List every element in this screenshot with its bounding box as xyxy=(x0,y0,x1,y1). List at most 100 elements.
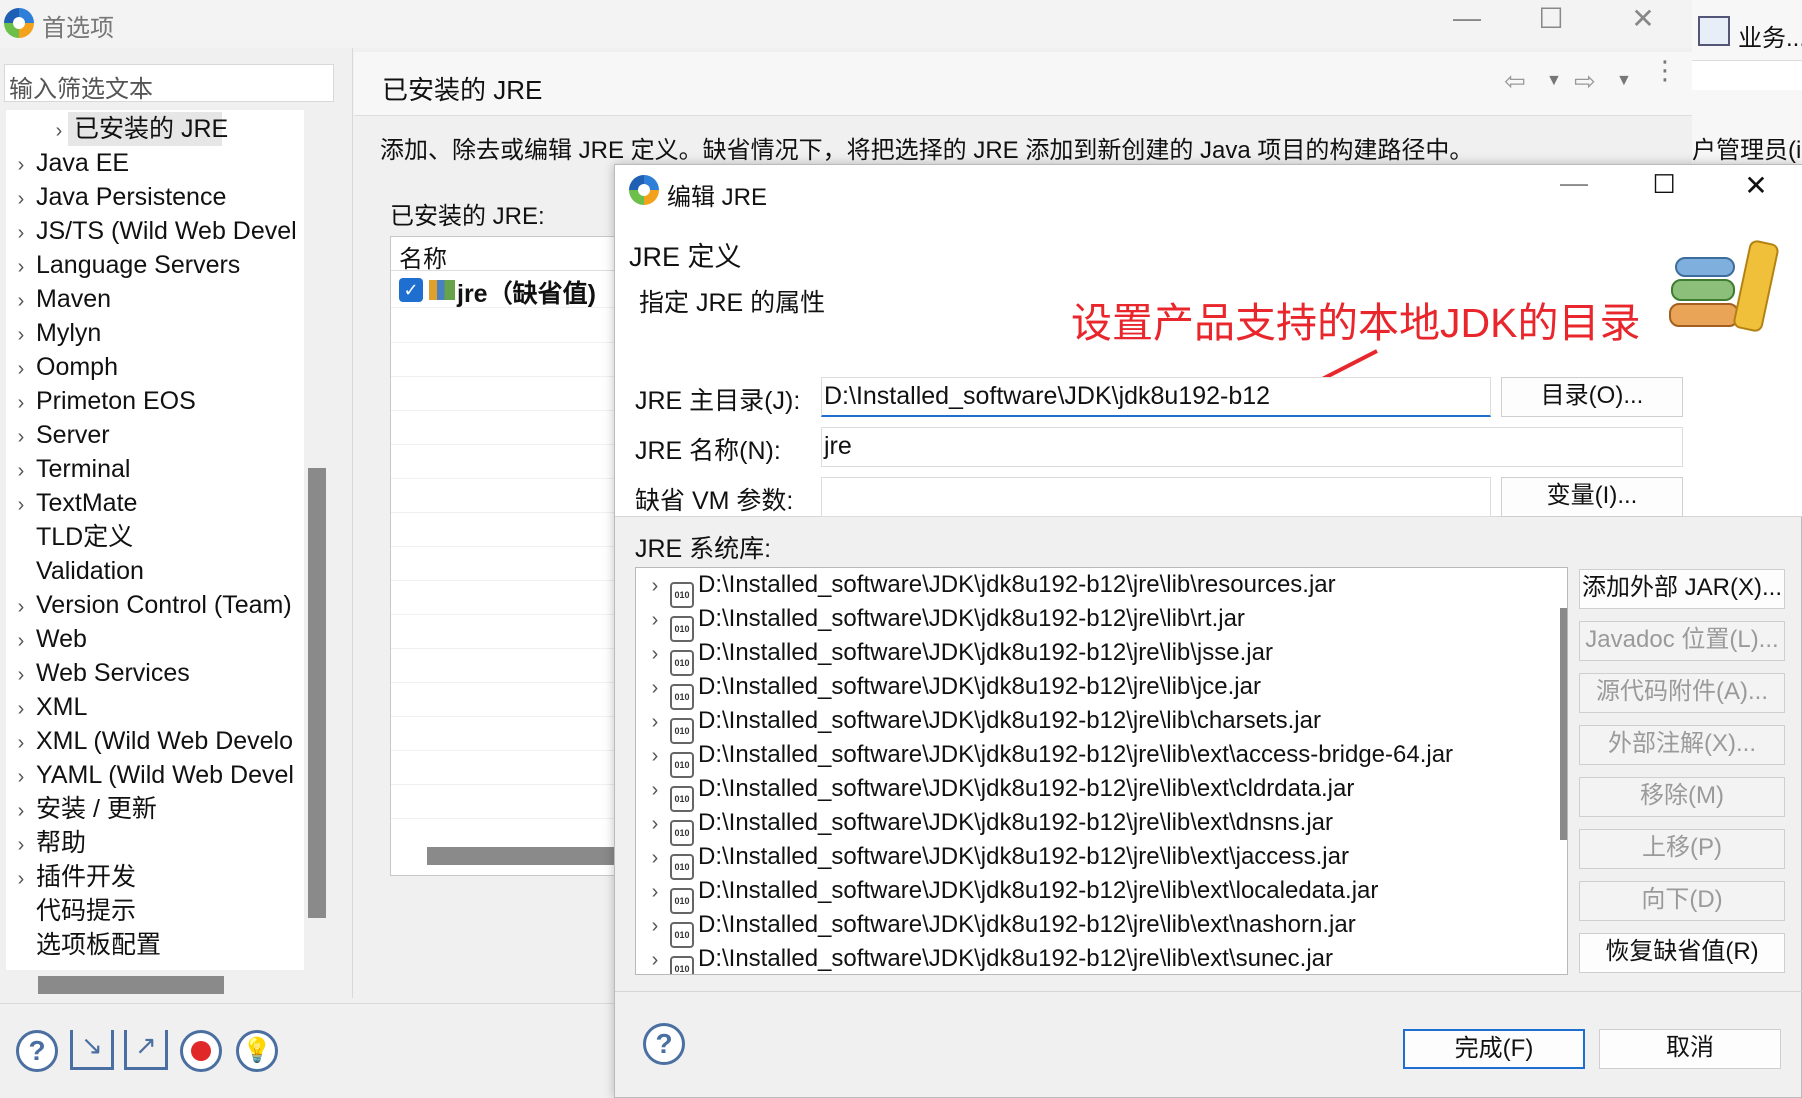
tree-item[interactable]: › Web xyxy=(6,622,87,656)
restore-default-button[interactable]: 恢复缺省值(R) xyxy=(1579,933,1785,973)
tree-item[interactable]: › TextMate xyxy=(6,486,138,520)
javadoc-location-button[interactable]: Javadoc 位置(L)... xyxy=(1579,621,1785,661)
jar-icon: 010 xyxy=(670,956,694,974)
list-item[interactable]: › 010 D:\Installed_software\JDK\jdk8u192-b… xyxy=(636,942,1333,974)
tree-item[interactable]: › Oomph xyxy=(6,350,118,384)
chevron-down-icon[interactable]: ▼ xyxy=(1546,72,1562,90)
help-icon[interactable]: ? xyxy=(643,1023,685,1065)
back-arrow-icon[interactable]: ⇦ xyxy=(1504,66,1526,97)
table-horizontal-scrollbar[interactable] xyxy=(427,847,619,865)
chevron-right-icon: › xyxy=(17,630,25,652)
list-item[interactable]: › 010 D:\Installed_software\JDK\jdk8u192-b… xyxy=(636,602,1245,642)
directory-button[interactable]: 目录(O)... xyxy=(1501,377,1683,417)
move-up-button[interactable]: 上移(P) xyxy=(1579,829,1785,869)
lightbulb-icon[interactable]: 💡 xyxy=(236,1030,278,1072)
finish-button[interactable]: 完成(F) xyxy=(1403,1029,1585,1069)
server-icon xyxy=(1698,16,1730,46)
tree-item[interactable]: › 插件开发 xyxy=(6,860,136,894)
tree-item[interactable]: TLD定义 xyxy=(6,520,133,554)
maximize-icon[interactable]: ☐ xyxy=(1526,2,1576,35)
checkbox-checked[interactable]: ✓ xyxy=(399,278,423,302)
filter-input[interactable]: 输入筛选文本 xyxy=(4,64,334,103)
page-title: 已安装的 JRE xyxy=(382,75,543,105)
tree-item[interactable]: › 帮助 xyxy=(6,826,86,860)
list-item[interactable]: › 010 D:\Installed_software\JDK\jdk8u192-b… xyxy=(636,840,1349,880)
cancel-button[interactable]: 取消 xyxy=(1599,1029,1781,1069)
tree-item[interactable]: › Java Persistence xyxy=(6,180,227,214)
tree-item[interactable]: › Maven xyxy=(6,282,111,316)
external-annotations-button[interactable]: 外部注解(X)... xyxy=(1579,725,1785,765)
tree-item[interactable]: › 安装 / 更新 xyxy=(6,792,157,826)
tree-item[interactable]: 选项板配置 xyxy=(6,928,161,962)
tree-item[interactable]: › Terminal xyxy=(6,452,131,486)
window-title: 首选项 xyxy=(42,15,114,42)
import-icon[interactable]: ↘ xyxy=(70,1030,114,1070)
chevron-right-icon: › xyxy=(651,847,659,869)
table-row xyxy=(391,547,619,581)
chevron-right-icon: › xyxy=(17,188,25,210)
list-item[interactable]: › 010 D:\Installed_software\JDK\jdk8u192-b… xyxy=(636,806,1333,846)
tree-vertical-scrollbar[interactable] xyxy=(308,468,326,918)
tree-item[interactable]: › Web Services xyxy=(6,656,190,690)
default-vm-args-input[interactable] xyxy=(821,477,1491,517)
minimize-icon[interactable]: — xyxy=(1549,167,1599,199)
tree-item[interactable]: › Mylyn xyxy=(6,316,102,350)
list-item[interactable]: › 010 D:\Installed_software\JDK\jdk8u192-b… xyxy=(636,704,1321,744)
list-item[interactable]: › 010 D:\Installed_software\JDK\jdk8u192-b… xyxy=(636,908,1356,948)
chevron-right-icon: › xyxy=(651,949,659,971)
list-item[interactable]: › 010 D:\Installed_software\JDK\jdk8u192-b… xyxy=(636,568,1336,608)
tree-item[interactable]: › XML (Wild Web Develo xyxy=(6,724,293,758)
help-icon[interactable]: ? xyxy=(16,1030,58,1072)
tree-item[interactable]: › Version Control (Team) xyxy=(6,588,292,622)
installed-jre-label: 已安装的 JRE: xyxy=(390,203,545,230)
source-attachment-button[interactable]: 源代码附件(A)... xyxy=(1579,673,1785,713)
divider xyxy=(615,991,1802,992)
page-header xyxy=(354,52,1692,116)
tree-item[interactable]: Validation xyxy=(6,554,144,588)
close-icon[interactable]: ✕ xyxy=(1618,2,1668,35)
chevron-right-icon: › xyxy=(651,915,659,937)
table-row xyxy=(391,785,619,819)
list-item[interactable]: › 010 D:\Installed_software\JDK\jdk8u192-b… xyxy=(636,670,1261,710)
table-row xyxy=(391,309,619,343)
tree-item[interactable]: › YAML (Wild Web Devel xyxy=(6,758,294,792)
chevron-right-icon: › xyxy=(17,732,25,754)
tree-item-installed-jre[interactable]: › 已安装的 JRE xyxy=(44,112,229,146)
tree-item[interactable]: › XML xyxy=(6,690,88,724)
jre-library-banner-icon xyxy=(1665,237,1785,347)
tree-item[interactable]: › Primeton EOS xyxy=(6,384,196,418)
list-item[interactable]: › 010 D:\Installed_software\JDK\jdk8u192-b… xyxy=(636,874,1378,914)
add-external-jar-button[interactable]: 添加外部 JAR(X)... xyxy=(1579,569,1785,609)
record-icon[interactable] xyxy=(180,1030,222,1072)
jre-home-input[interactable]: D:\Installed_software\JDK\jdk8u192-b12 xyxy=(821,377,1491,417)
page-description: 添加、除去或编辑 JRE 定义。缺省情况下，将把选择的 JRE 添加到新创建的 … xyxy=(380,137,1474,164)
list-item[interactable]: › 010 D:\Installed_software\JDK\jdk8u192-b… xyxy=(636,738,1453,778)
record-dot xyxy=(191,1041,211,1061)
export-icon[interactable]: ↗ xyxy=(124,1030,168,1070)
tree-item[interactable]: › Server xyxy=(6,418,110,452)
column-header-name[interactable]: 名称 xyxy=(391,237,619,273)
minimize-icon[interactable]: — xyxy=(1442,2,1492,34)
table-row[interactable]: ✓ jre（缺省值) xyxy=(391,272,619,308)
library-vertical-scrollbar[interactable] xyxy=(1560,608,1567,840)
more-options-icon[interactable]: ⋮ xyxy=(1652,57,1678,83)
tree-item[interactable]: › JS/TS (Wild Web Devel xyxy=(6,214,297,248)
close-icon[interactable]: ✕ xyxy=(1731,169,1781,202)
section-subtitle: 指定 JRE 的属性 xyxy=(639,289,826,317)
move-down-button[interactable]: 向下(D) xyxy=(1579,881,1785,921)
tree-item[interactable]: › Java EE xyxy=(6,146,129,180)
chevron-right-icon: › xyxy=(651,609,659,631)
tree-item[interactable]: 代码提示 xyxy=(6,894,136,928)
list-item[interactable]: › 010 D:\Installed_software\JDK\jdk8u192-b… xyxy=(636,636,1273,676)
tree-item[interactable]: › Language Servers xyxy=(6,248,241,282)
tree-horizontal-scrollbar[interactable] xyxy=(38,976,224,994)
maximize-icon[interactable]: ☐ xyxy=(1639,169,1689,200)
preference-tree: › 已安装的 JRE › Java EE › Java Persistence › JS… xyxy=(6,110,304,970)
list-item[interactable]: › 010 D:\Installed_software\JDK\jdk8u192-b… xyxy=(636,772,1354,812)
section-title: JRE 定义 xyxy=(629,242,742,272)
forward-arrow-icon[interactable]: ⇨ xyxy=(1574,66,1596,97)
variables-button[interactable]: 变量(I)... xyxy=(1501,477,1683,517)
remove-button[interactable]: 移除(M) xyxy=(1579,777,1785,817)
chevron-down-icon[interactable]: ▼ xyxy=(1616,72,1632,90)
jre-name-input[interactable]: jre xyxy=(821,427,1683,467)
